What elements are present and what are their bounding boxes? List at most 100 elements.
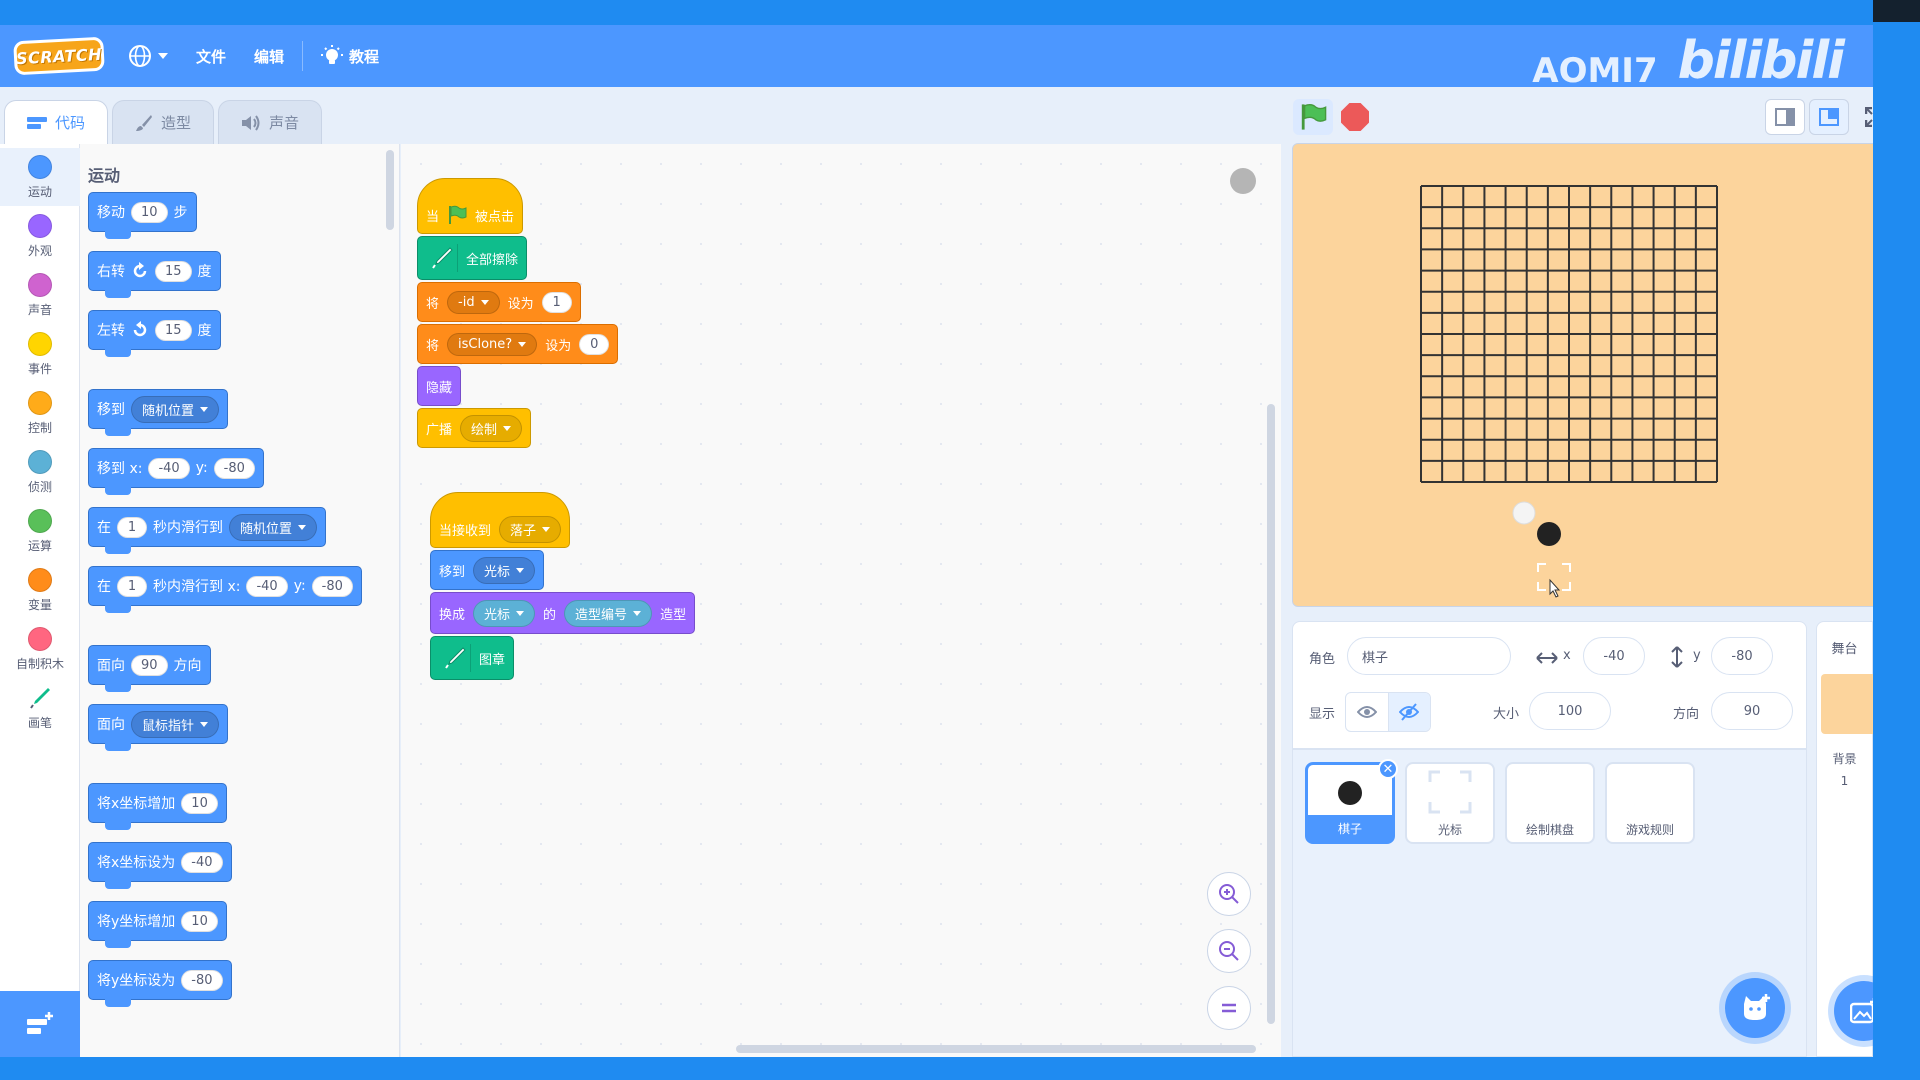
message-dropdown[interactable]: 落子 (499, 515, 562, 543)
block-turn-right[interactable]: 右转 15 度 (88, 251, 221, 298)
block-point-in-direction[interactable]: 面向 90 方向 (88, 645, 211, 692)
zoom-reset-button[interactable] (1207, 986, 1251, 1030)
block-input[interactable]: -40 (181, 851, 223, 873)
add-extension-button[interactable] (0, 991, 80, 1057)
block-input[interactable]: 15 (155, 319, 192, 341)
block-input[interactable]: 10 (181, 910, 218, 932)
block-input[interactable]: 90 (131, 654, 168, 676)
sprite-tile[interactable]: ✕ 棋子 (1305, 759, 1398, 844)
code-workspace[interactable]: 当 被点击 全部擦除 将 -id 设为 1 将 isClone? 设为 0 隐藏… (401, 144, 1281, 1057)
block-pen-stamp[interactable]: 图章 (430, 636, 515, 680)
block-pen-clear[interactable]: 全部擦除 (417, 236, 528, 280)
block-input[interactable]: 10 (131, 201, 168, 223)
add-sprite-button[interactable] (1725, 978, 1785, 1038)
category-events[interactable]: 事件 (0, 325, 80, 383)
stage-canvas[interactable] (1292, 143, 1873, 607)
backdrop-label: 背景 (1832, 752, 1857, 766)
small-stage-button[interactable] (1765, 99, 1805, 135)
property-dropdown[interactable]: 造型编号 (564, 599, 653, 627)
block-input[interactable]: -80 (213, 457, 255, 479)
block-when-flag-clicked[interactable]: 当 被点击 (417, 178, 524, 234)
category-operators[interactable]: 运算 (0, 502, 80, 560)
sprite-tile[interactable]: 光标 (1405, 762, 1495, 844)
tab-code[interactable]: 代码 (4, 100, 109, 144)
block-goto-sprite[interactable]: 移到 光标 (430, 550, 545, 590)
category-control[interactable]: 控制 (0, 384, 80, 442)
block-input[interactable]: 15 (155, 260, 192, 282)
block-dropdown[interactable]: 随机位置 (229, 513, 318, 541)
tab-costumes[interactable]: 造型 (112, 100, 215, 144)
delete-sprite-button[interactable]: ✕ (1378, 759, 1398, 779)
sprite-tile[interactable]: 绘制棋盘 (1505, 762, 1595, 844)
edit-menu[interactable]: 编辑 (240, 25, 298, 87)
block-glide[interactable]: 在 1 秒内滑行到 随机位置 (88, 507, 327, 554)
block-input[interactable]: -80 (181, 969, 223, 991)
category-my-blocks[interactable]: 自制积木 (0, 620, 80, 678)
block-change-y[interactable]: 将y坐标增加 10 (88, 901, 227, 948)
block-hide[interactable]: 隐藏 (417, 366, 462, 406)
fullscreen-button[interactable] (1855, 99, 1873, 135)
zoom-out-button[interactable] (1207, 929, 1251, 973)
palette-scrollbar[interactable] (386, 150, 394, 230)
workspace-vertical-scrollbar[interactable] (1267, 404, 1275, 1024)
size-field[interactable]: 100 (1529, 692, 1611, 730)
category-sound[interactable]: 声音 (0, 266, 80, 324)
sensing-of-reporter[interactable]: 光标 (473, 599, 536, 627)
horizontal-arrows-icon (1536, 652, 1558, 664)
block-text: 右转 (97, 264, 125, 280)
goto-dropdown[interactable]: 光标 (473, 556, 536, 584)
block-input[interactable]: 0 (579, 333, 610, 355)
block-point-towards[interactable]: 面向 鼠标指针 (88, 704, 229, 751)
green-flag-button[interactable] (1293, 99, 1333, 135)
block-turn-left[interactable]: 左转 15 度 (88, 310, 221, 357)
category-sensing[interactable]: 侦测 (0, 443, 80, 501)
sprite-name-field[interactable]: 棋子 (1347, 637, 1511, 675)
block-text: 移到 (97, 402, 125, 418)
block-switch-costume[interactable]: 换成 光标 的 造型编号 造型 (430, 592, 696, 634)
hide-sprite-button[interactable] (1387, 693, 1430, 731)
direction-field[interactable]: 90 (1711, 692, 1793, 730)
x-field[interactable]: -40 (1583, 637, 1645, 675)
block-input[interactable]: 1 (117, 516, 147, 538)
category-motion[interactable]: 运动 (0, 148, 80, 206)
block-dropdown[interactable]: 鼠标指针 (131, 710, 220, 738)
category-variables[interactable]: 变量 (0, 561, 80, 619)
block-set-x[interactable]: 将x坐标设为 -40 (88, 842, 232, 889)
y-field[interactable]: -80 (1711, 637, 1773, 675)
block-dropdown[interactable]: 随机位置 (131, 395, 220, 423)
block-when-receive[interactable]: 当接收到 落子 (430, 492, 571, 548)
stop-button[interactable] (1341, 103, 1369, 131)
block-input[interactable]: 1 (541, 291, 572, 313)
watermark-brand: bilibili (1677, 31, 1845, 91)
zoom-in-button[interactable] (1207, 872, 1251, 916)
block-goto-xy[interactable]: 移到 x: -40 y: -80 (88, 448, 264, 495)
block-set-variable-isclone[interactable]: 将 isClone? 设为 0 (417, 324, 619, 364)
block-goto[interactable]: 移到 随机位置 (88, 389, 229, 436)
file-menu[interactable]: 文件 (182, 25, 240, 87)
block-set-y[interactable]: 将y坐标设为 -80 (88, 960, 232, 1007)
block-input[interactable]: -80 (311, 575, 353, 597)
large-stage-button[interactable] (1809, 99, 1849, 135)
category-label: 运动 (27, 184, 52, 199)
block-glide-xy[interactable]: 在 1 秒内滑行到 x: -40 y: -80 (88, 566, 362, 613)
scratch-logo[interactable]: SCRATCH (13, 36, 105, 76)
block-input[interactable]: -40 (246, 575, 288, 597)
category-looks[interactable]: 外观 (0, 207, 80, 265)
language-menu[interactable] (114, 25, 182, 87)
block-move-steps[interactable]: 移动 10 步 (88, 192, 197, 239)
block-broadcast[interactable]: 广播 绘制 (417, 408, 532, 448)
block-input[interactable]: 1 (117, 575, 147, 597)
variable-dropdown[interactable]: -id (447, 290, 500, 314)
workspace-horizontal-scrollbar[interactable] (736, 1045, 1256, 1053)
block-set-variable-id[interactable]: 将 -id 设为 1 (417, 282, 581, 322)
block-change-x[interactable]: 将x坐标增加 10 (88, 783, 227, 830)
sprite-tile[interactable]: 游戏规则 (1605, 762, 1695, 844)
show-sprite-button[interactable] (1346, 693, 1388, 731)
tab-sounds[interactable]: 声音 (218, 100, 323, 144)
block-input[interactable]: 10 (181, 792, 218, 814)
tutorials-menu[interactable]: 教程 (307, 25, 393, 87)
broadcast-dropdown[interactable]: 绘制 (460, 414, 523, 442)
category-pen[interactable]: 画笔 (0, 679, 80, 737)
variable-dropdown[interactable]: isClone? (447, 332, 538, 356)
block-input[interactable]: -40 (148, 457, 190, 479)
